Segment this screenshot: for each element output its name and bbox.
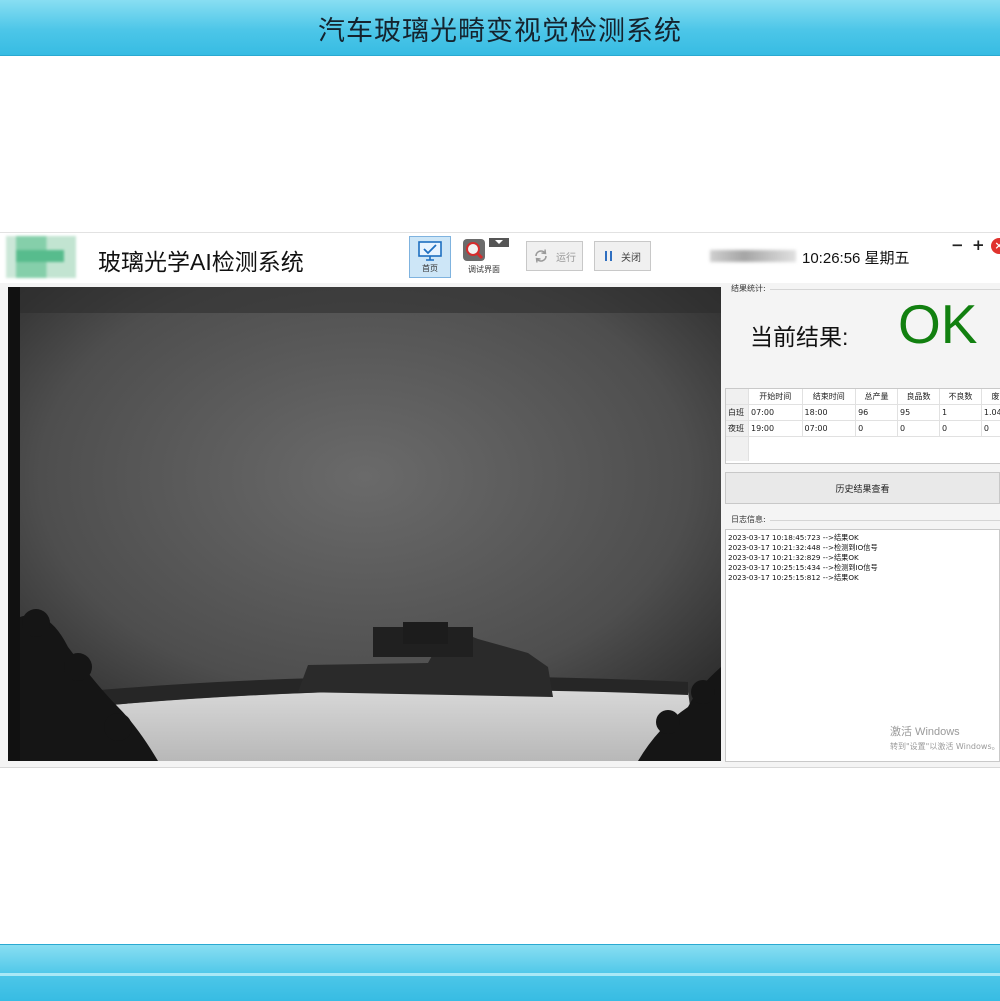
home-button[interactable]: 首页: [409, 236, 451, 278]
stats-group-label: 结果统计:: [731, 283, 769, 294]
banner-title: 汽车玻璃光畸变视觉检测系统: [0, 9, 1000, 48]
stats-header-row: 开始时间 结束时间 总产量 良品数 不良数 废品率: [726, 389, 1000, 405]
pause-icon: [604, 250, 614, 262]
run-button[interactable]: 运行: [526, 241, 583, 271]
chevron-down-icon[interactable]: [489, 238, 509, 247]
table-cell: 18:00: [802, 405, 856, 421]
bottom-banner: [0, 944, 1000, 1001]
top-banner: 汽车玻璃光畸变视觉检测系统: [0, 0, 1000, 56]
table-row[interactable]: 白班 07:00 18:00 96 95 1 1.04%: [726, 405, 1000, 421]
activation-title: 激活 Windows: [890, 723, 1000, 739]
toolbar: 玻璃光学AI检测系统 首页 调试界面 运行: [0, 233, 1000, 283]
log-line: 2023-03-17 10:18:45:723 -->结果OK: [728, 533, 997, 543]
stats-corner-cell: [726, 389, 749, 405]
current-result-label: 当前结果:: [750, 318, 848, 352]
app-window: 玻璃光学AI检测系统 首页 调试界面 运行: [0, 232, 1000, 768]
home-button-label: 首页: [410, 263, 450, 274]
date-display: [710, 250, 796, 262]
column-header: 废品率: [981, 389, 1000, 405]
refresh-icon: [533, 248, 549, 264]
current-result-value: OK: [898, 297, 977, 352]
log-line: 2023-03-17 10:21:32:829 -->结果OK: [728, 553, 997, 563]
column-header: 不良数: [939, 389, 981, 405]
table-cell: 1.04%: [981, 405, 1000, 421]
history-results-button[interactable]: 历史结果查看: [725, 472, 1000, 504]
log-line: 2023-03-17 10:25:15:812 -->结果OK: [728, 573, 997, 583]
monitor-check-icon: [417, 240, 443, 262]
table-row-empty: [726, 437, 1000, 462]
debug-button-label: 调试界面: [458, 264, 510, 275]
maximize-button[interactable]: +: [972, 236, 985, 254]
table-cell: 19:00: [749, 421, 803, 437]
log-group-line: [770, 520, 1000, 521]
close-button[interactable]: 关闭: [594, 241, 651, 271]
stats-group-line: [770, 289, 1000, 290]
table-cell: 1: [939, 405, 981, 421]
log-group-label: 日志信息:: [731, 514, 769, 525]
table-cell: 0: [898, 421, 940, 437]
column-header: 良品数: [898, 389, 940, 405]
row-header: 白班: [726, 405, 749, 421]
app-title: 玻璃光学AI检测系统: [98, 243, 304, 277]
log-line: 2023-03-17 10:25:15:434 -->检测到IO信号: [728, 563, 997, 573]
bottom-banner-stripe: [0, 973, 1000, 976]
activation-subtitle: 转到"设置"以激活 Windows。: [890, 741, 1000, 752]
column-header: 开始时间: [749, 389, 803, 405]
column-header: 结束时间: [802, 389, 856, 405]
run-button-label: 运行: [556, 249, 576, 264]
table-cell: 0: [856, 421, 898, 437]
minimize-button[interactable]: −: [951, 236, 964, 254]
table-cell: 96: [856, 405, 898, 421]
row-header: 夜班: [726, 421, 749, 437]
clock: 10:26:56 星期五: [802, 247, 910, 268]
column-header: 总产量: [856, 389, 898, 405]
windows-activation-watermark: 激活 Windows 转到"设置"以激活 Windows。: [890, 723, 1000, 752]
camera-image: [8, 287, 721, 761]
log-line: 2023-03-17 10:21:32:448 -->检测到IO信号: [728, 543, 997, 553]
magnifier-icon: [461, 238, 491, 264]
table-cell: 0: [939, 421, 981, 437]
table-cell: 07:00: [802, 421, 856, 437]
table-cell: 07:00: [749, 405, 803, 421]
table-row[interactable]: 夜班 19:00 07:00 0 0 0 0: [726, 421, 1000, 437]
close-button-label: 关闭: [621, 249, 641, 264]
table-cell: 95: [898, 405, 940, 421]
stats-table: 开始时间 结束时间 总产量 良品数 不良数 废品率 白班 07:00 18:00…: [725, 388, 1000, 464]
empty-cell: [749, 437, 1000, 462]
company-logo: [6, 236, 76, 278]
row-header: [726, 437, 749, 462]
camera-view: [8, 287, 721, 761]
debug-button[interactable]: 调试界面: [458, 236, 510, 278]
table-cell: 0: [981, 421, 1000, 437]
window-close-button[interactable]: ×: [991, 238, 1000, 254]
